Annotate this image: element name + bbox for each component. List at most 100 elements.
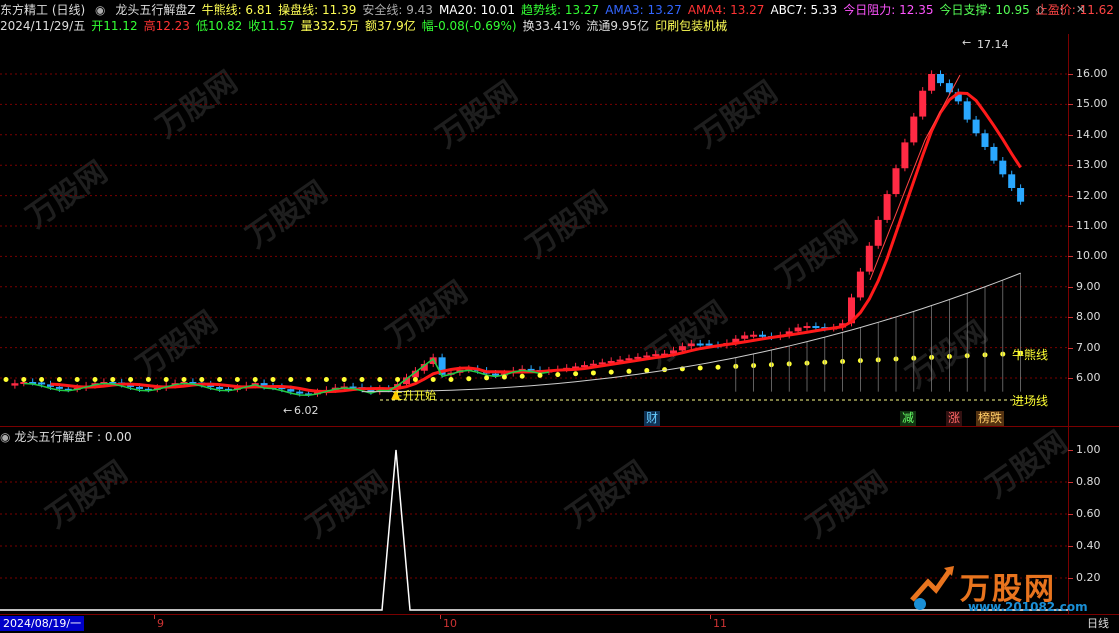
candle-body bbox=[136, 386, 143, 389]
bull-bear-dot bbox=[128, 377, 134, 383]
candle-body bbox=[759, 334, 766, 337]
sub-tick bbox=[1068, 514, 1073, 515]
candle-body bbox=[803, 326, 811, 329]
bull-bear-line-label: 牛熊线 bbox=[1012, 348, 1049, 362]
period-label[interactable]: 日线 bbox=[1087, 616, 1109, 631]
candle-body bbox=[287, 389, 295, 392]
month-tick bbox=[440, 615, 441, 619]
bull-bear-dot bbox=[537, 372, 543, 378]
brand-arrow-icon bbox=[910, 566, 954, 610]
sub-tick-label: 1.00 bbox=[1076, 443, 1101, 456]
bull-bear-dot bbox=[359, 377, 365, 383]
bull-bear-dot bbox=[234, 377, 240, 383]
sub-indicator-header: ◉ 龙头五行解盘F : 0.00 bbox=[0, 428, 132, 445]
bull-bear-dot bbox=[412, 377, 418, 383]
sub-indicator-title: 龙头五行解盘F : 0.00 bbox=[14, 430, 132, 444]
bull-bear-dot bbox=[715, 364, 721, 370]
month-tick bbox=[154, 615, 155, 619]
candle-body bbox=[1008, 174, 1016, 188]
candle-body bbox=[928, 74, 936, 91]
candle-body bbox=[874, 219, 882, 246]
candle-body bbox=[296, 391, 304, 394]
bull-bear-dot bbox=[199, 377, 205, 383]
current-date: 2024/08/19/一 bbox=[0, 616, 85, 631]
bull-bear-dot bbox=[608, 369, 614, 375]
candle-body bbox=[937, 74, 944, 84]
candle-body bbox=[687, 343, 695, 347]
sub-tick bbox=[1068, 546, 1073, 547]
bull-bear-dot bbox=[395, 377, 401, 383]
candlestick-chart[interactable] bbox=[0, 0, 1119, 632]
candle-body bbox=[919, 90, 927, 117]
candle-body bbox=[856, 271, 864, 298]
bull-bear-dot bbox=[217, 377, 223, 383]
sub-tick bbox=[1068, 482, 1073, 483]
bull-bear-dot bbox=[573, 371, 579, 377]
bull-bear-dot bbox=[555, 372, 561, 378]
high-price-arrow-icon: ← bbox=[962, 36, 972, 49]
board-tag[interactable]: 榜跌 bbox=[976, 411, 1005, 426]
low-price-arrow-icon: ← bbox=[283, 404, 293, 417]
low-price-label: 6.02 bbox=[294, 404, 319, 417]
month-tick bbox=[710, 615, 711, 619]
candle-body bbox=[963, 101, 971, 120]
candle-body bbox=[38, 382, 46, 385]
bull-bear-dot bbox=[341, 377, 347, 383]
bull-bear-dot bbox=[181, 377, 187, 383]
candle-body bbox=[11, 383, 19, 386]
finance-tag[interactable]: 财 bbox=[644, 411, 661, 426]
candle-body bbox=[696, 343, 704, 346]
candle-body bbox=[999, 160, 1007, 175]
bull-bear-dot bbox=[519, 373, 525, 379]
entry-line-label: 进场线 bbox=[1012, 394, 1049, 408]
start-marker-icon: ▲ bbox=[391, 387, 401, 401]
candle-body bbox=[981, 133, 989, 147]
candle-body bbox=[901, 142, 909, 169]
bull-bear-dot bbox=[252, 377, 258, 383]
bull-bear-dot bbox=[21, 377, 27, 383]
bull-bear-dot bbox=[3, 377, 9, 383]
bull-bear-dot bbox=[501, 374, 507, 380]
brand-url: www.201082.com bbox=[968, 600, 1088, 614]
safety-line bbox=[361, 272, 1021, 393]
sub-tick bbox=[1068, 450, 1073, 451]
bull-bear-dot bbox=[626, 368, 632, 374]
candle-body bbox=[892, 168, 900, 195]
bull-bear-dot bbox=[430, 377, 436, 383]
candle-body bbox=[55, 386, 63, 389]
month-label: 11 bbox=[713, 617, 727, 630]
bull-bear-dot bbox=[163, 377, 169, 383]
bull-bear-dot bbox=[377, 377, 383, 383]
candle-body bbox=[910, 116, 918, 143]
reduce-tag[interactable]: 减 bbox=[900, 411, 917, 426]
bull-bear-dot bbox=[270, 377, 276, 383]
brand-logo: 万股网 www.201082.com bbox=[906, 560, 1116, 614]
sub-tick-label: 0.60 bbox=[1076, 507, 1101, 520]
candle-body bbox=[741, 335, 749, 339]
candle-body bbox=[492, 373, 499, 376]
candle-body bbox=[865, 245, 873, 272]
date-axis: 2024/08/19/一 9 10 11 日线 bbox=[0, 614, 1119, 633]
candle-body bbox=[972, 119, 980, 134]
candle-body bbox=[883, 194, 891, 220]
sub-settings-icon[interactable]: ◉ bbox=[0, 430, 10, 444]
bull-bear-dot bbox=[110, 377, 116, 383]
bull-bear-dot bbox=[39, 377, 45, 383]
month-label: 10 bbox=[443, 617, 457, 630]
candle-body bbox=[678, 346, 686, 351]
candle-body bbox=[990, 146, 998, 161]
candle-body bbox=[750, 334, 758, 337]
bull-bear-dot bbox=[466, 376, 472, 382]
bull-bear-dot bbox=[448, 377, 454, 383]
bull-bear-dot bbox=[484, 375, 490, 381]
bull-bear-dot bbox=[590, 370, 596, 376]
rise-tag[interactable]: 涨 bbox=[946, 411, 963, 426]
month-label: 9 bbox=[157, 617, 164, 630]
candle-body bbox=[812, 326, 820, 329]
bull-bear-dot bbox=[145, 377, 151, 383]
candle-body bbox=[1017, 188, 1025, 202]
bull-bear-dot bbox=[288, 377, 294, 383]
high-price-label: 17.14 bbox=[977, 38, 1009, 51]
bull-bear-dot bbox=[92, 377, 98, 383]
bull-bear-dot bbox=[697, 365, 703, 371]
